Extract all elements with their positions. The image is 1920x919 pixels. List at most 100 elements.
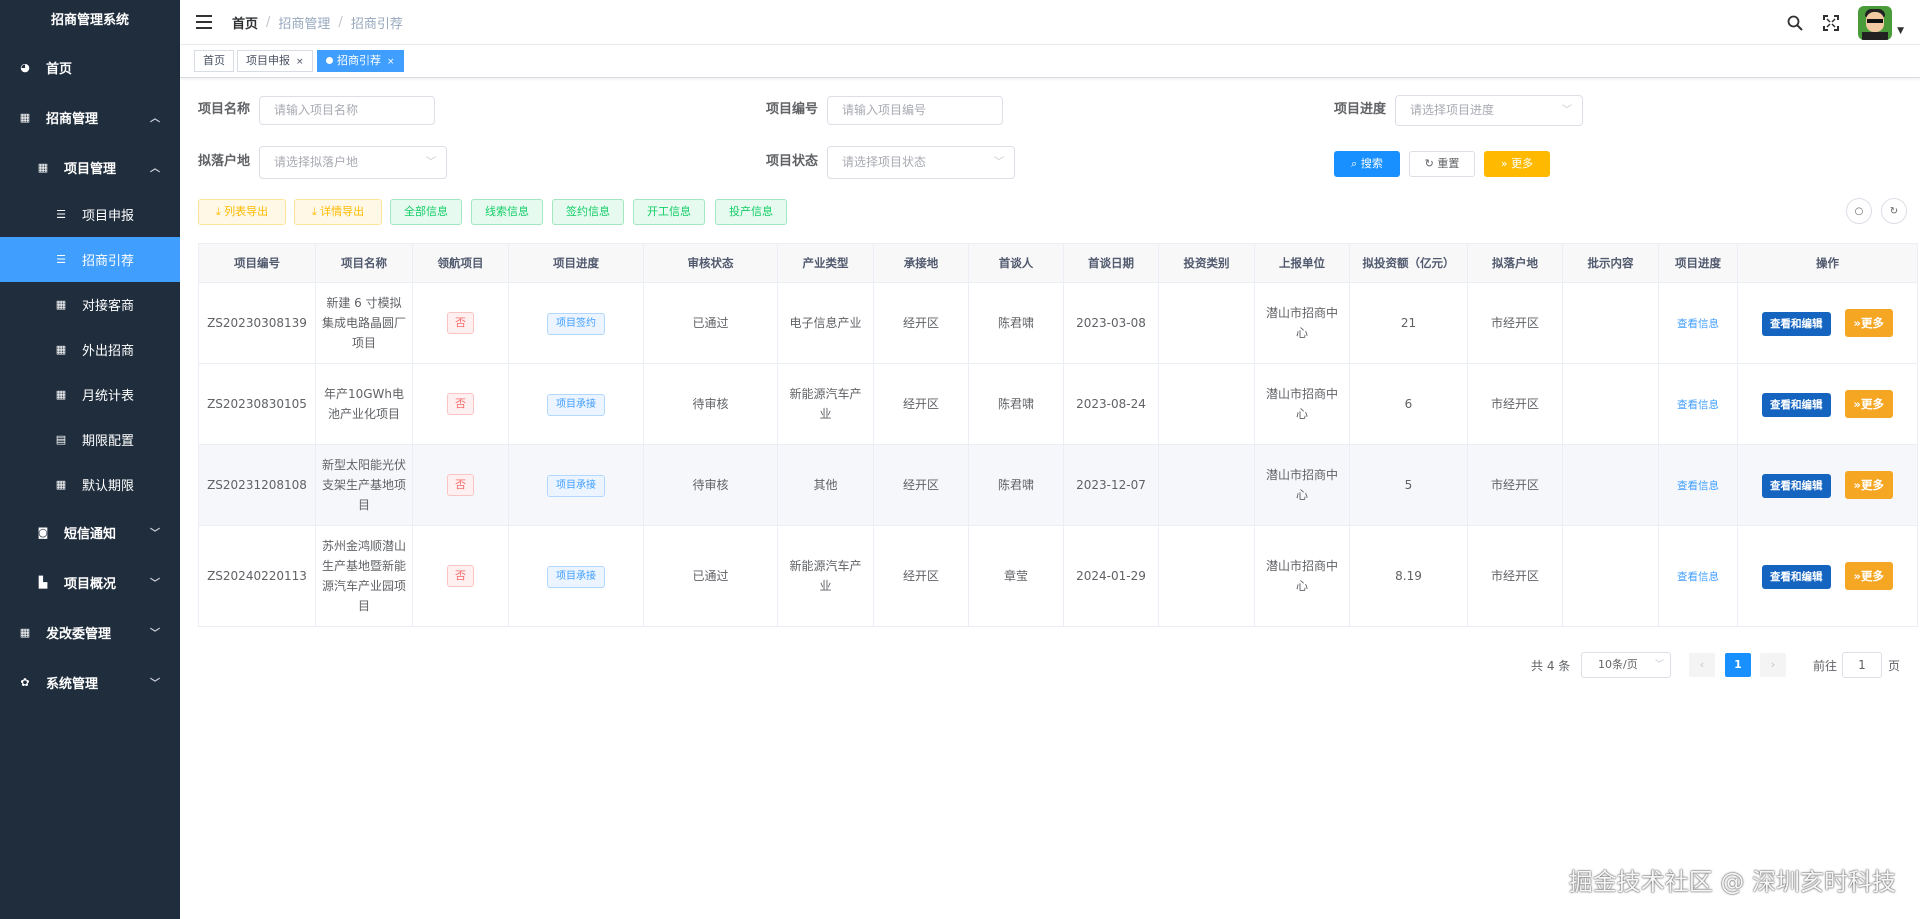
sidebar-item-label: 对接客商 (82, 299, 135, 314)
location-select[interactable]: 请选择拟落户地 ﹀ (259, 146, 447, 179)
progress-placeholder: 请选择项目进度 (1410, 103, 1495, 117)
reset-button[interactable]: ↻ 重置 (1409, 151, 1475, 177)
table-row[interactable]: ZS20231208108 新型太阳能光伏支架生产基地项目 否 项目承接 待审核… (198, 444, 1918, 526)
goto-page-input[interactable]: 1 (1842, 652, 1882, 678)
sidebar-item-system[interactable]: ✿ 系统管理 ﹀ (0, 657, 180, 707)
tag-label: 项目申报 (246, 54, 290, 67)
sidebar-item-ndrc[interactable]: ▦ 发改委管理 ﹀ (0, 607, 180, 657)
column-header: 领航项目 (412, 243, 509, 283)
production-info-button[interactable]: 投产信息 (715, 199, 787, 225)
avatar[interactable] (1858, 5, 1892, 40)
sidebar-item-sms[interactable]: ◙ 短信通知 ﹀ (0, 507, 180, 557)
view-edit-button[interactable]: 查看和编辑 (1762, 474, 1831, 498)
row-more-button[interactable]: »更多 (1844, 562, 1893, 590)
next-page-button[interactable]: › (1760, 653, 1786, 677)
page-size-select[interactable]: 10条/页 ﹀ (1581, 652, 1671, 678)
column-header: 首谈人 (968, 243, 1064, 283)
table-row[interactable]: ZS20230308139 新建 6 寸模拟集成电路晶圆厂项目 否 项目签约 已… (198, 282, 1918, 364)
sidebar-item-monthly[interactable]: ▦ 月统计表 (0, 372, 180, 417)
row-more-button[interactable]: »更多 (1844, 390, 1893, 418)
cell-person: 陈君啸 (968, 363, 1064, 445)
location-placeholder: 请选择拟落户地 (274, 155, 359, 169)
toggle-search-button[interactable]: ○ (1846, 198, 1872, 224)
breadcrumb: 首页 / 招商管理 / 招商引荐 (232, 13, 403, 32)
stage-tag: 项目承接 (547, 393, 605, 416)
all-info-button[interactable]: 全部信息 (390, 199, 462, 225)
sidebar-item-project-mgmt[interactable]: ▦ 项目管理 ︿ (0, 142, 180, 192)
cell-instruction (1562, 363, 1659, 445)
page-number-button[interactable]: 1 (1725, 653, 1751, 677)
cell-stage: 项目承接 (508, 363, 644, 445)
watermark: 掘金技术社区 @ 深圳亥时科技 (1568, 868, 1896, 896)
search-button[interactable]: ⌕ 搜索 (1334, 151, 1400, 177)
cell-person: 章莹 (968, 525, 1064, 627)
row-more-button[interactable]: »更多 (1844, 309, 1893, 337)
cell-project-no: ZS20240220113 (198, 525, 316, 627)
refresh-button[interactable]: ↻ (1881, 198, 1907, 224)
search-icon[interactable] (1786, 14, 1804, 32)
double-chevron-icon: » (1853, 397, 1861, 411)
close-icon[interactable]: × (296, 57, 304, 67)
production-info-label: 投产信息 (729, 205, 773, 218)
search-icon: ⌕ (1351, 157, 1361, 170)
search-button-label: 搜索 (1360, 157, 1383, 170)
status-placeholder: 请选择项目状态 (842, 155, 927, 169)
table-row[interactable]: ZS20230830105 年产10GWh电池产业化项目 否 项目承接 待审核 … (198, 363, 1918, 445)
sidebar-item-default-deadline[interactable]: ▦ 默认期限 (0, 462, 180, 507)
column-header: 审核状态 (643, 243, 778, 283)
tag-project-declare[interactable]: 项目申报 × (237, 50, 313, 72)
export-list-button[interactable]: ⤓ 列表导出 (198, 199, 286, 225)
view-edit-button[interactable]: 查看和编辑 (1762, 393, 1831, 417)
export-detail-button[interactable]: ⤓ 详情导出 (294, 199, 382, 225)
sidebar-item-home[interactable]: ◕ 首页 (0, 42, 180, 92)
progress-select[interactable]: 请选择项目进度 ﹀ (1395, 95, 1583, 126)
chevron-up-icon: ︿ (150, 163, 160, 175)
tag-referral[interactable]: 招商引荐 × (317, 50, 404, 72)
sidebar-item-project-declare[interactable]: ☰ 项目申报 (0, 192, 180, 237)
view-info-link[interactable]: 查看信息 (1677, 318, 1719, 330)
sidebar-item-merchants[interactable]: ▦ 对接客商 (0, 282, 180, 327)
tag-home[interactable]: 首页 (194, 50, 234, 72)
view-info-link[interactable]: 查看信息 (1677, 480, 1719, 492)
double-chevron-icon: » (1853, 569, 1861, 583)
grid-icon: ▦ (55, 478, 67, 491)
cell-progress: 查看信息 (1658, 525, 1738, 627)
sidebar-item-deadline-config[interactable]: ▤ 期限配置 (0, 417, 180, 462)
stage-tag: 项目签约 (547, 312, 605, 335)
more-filters-button[interactable]: » 更多 (1484, 151, 1550, 177)
hamburger-icon[interactable] (196, 15, 212, 29)
sidebar-item-referral[interactable]: ☰ 招商引荐 (0, 237, 180, 282)
fullscreen-icon[interactable] (1822, 14, 1840, 32)
view-info-link[interactable]: 查看信息 (1677, 399, 1719, 411)
view-info-link[interactable]: 查看信息 (1677, 571, 1719, 583)
project-no-label: 项目编号 (766, 102, 819, 117)
sidebar-item-investment[interactable]: ▦ 招商管理 ︿ (0, 92, 180, 142)
table-row[interactable]: ZS20240220113 苏州金鸿顺潜山生产基地暨新能源汽车产业园项目 否 项… (198, 525, 1918, 627)
view-edit-button[interactable]: 查看和编辑 (1762, 312, 1831, 336)
start-info-button[interactable]: 开工信息 (633, 199, 705, 225)
project-name-input[interactable]: 请输入项目名称 (259, 96, 435, 125)
breadcrumb-home[interactable]: 首页 (232, 13, 258, 32)
row-more-button[interactable]: »更多 (1844, 471, 1893, 499)
sign-info-button[interactable]: 签约信息 (552, 199, 624, 225)
breadcrumb-investment[interactable]: 招商管理 (278, 13, 330, 32)
sidebar-item-overview[interactable]: ▙ 项目概况 ﹀ (0, 557, 180, 607)
close-icon[interactable]: × (387, 57, 395, 67)
view-edit-button[interactable]: 查看和编辑 (1762, 565, 1831, 589)
status-select[interactable]: 请选择项目状态 ﹀ (827, 146, 1015, 179)
lead-info-button[interactable]: 线索信息 (471, 199, 543, 225)
cell-project-name: 新建 6 寸模拟集成电路晶圆厂项目 (315, 282, 413, 364)
column-header: 项目进度 (508, 243, 644, 283)
project-no-input[interactable]: 请输入项目编号 (827, 96, 1003, 125)
cell-date: 2023-08-24 (1063, 363, 1159, 445)
cell-amount: 8.19 (1349, 525, 1468, 627)
caret-down-icon[interactable]: ▼ (1897, 26, 1904, 36)
cell-industry: 新能源汽车产业 (777, 363, 874, 445)
lead-tag: 否 (447, 393, 474, 415)
cell-date: 2024-01-29 (1063, 525, 1159, 627)
goto-label: 前往 (1813, 659, 1838, 673)
chevron-right-icon: › (1770, 658, 1776, 671)
sidebar-item-outbound[interactable]: ▦ 外出招商 (0, 327, 180, 372)
breadcrumb-current: 招商引荐 (350, 16, 403, 32)
prev-page-button[interactable]: ‹ (1689, 653, 1715, 677)
